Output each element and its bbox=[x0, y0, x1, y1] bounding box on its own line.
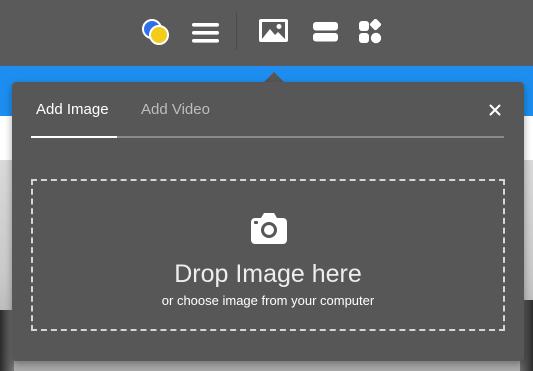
add-media-panel: Add Image Add Video Drop Image here or c… bbox=[12, 82, 524, 361]
camera-icon bbox=[251, 213, 287, 244]
tab-add-image[interactable]: Add Image bbox=[36, 101, 109, 119]
close-icon bbox=[489, 104, 501, 116]
menu-icon bbox=[192, 23, 219, 43]
rows-layout-button[interactable] bbox=[311, 20, 341, 44]
dropzone-title: Drop Image here bbox=[174, 260, 362, 288]
theme-colors-icon bbox=[142, 19, 169, 45]
image-button[interactable] bbox=[257, 17, 291, 45]
active-tab-indicator bbox=[31, 136, 117, 138]
tab-add-video[interactable]: Add Video bbox=[141, 101, 210, 119]
image-dropzone[interactable]: Drop Image here or choose image from you… bbox=[31, 179, 505, 331]
dropzone-subtitle[interactable]: or choose image from your computer bbox=[33, 293, 503, 309]
top-toolbar bbox=[0, 0, 533, 66]
toolbar-divider bbox=[236, 12, 237, 50]
widgets-icon bbox=[359, 18, 382, 44]
panel-pointer bbox=[264, 72, 284, 82]
image-icon bbox=[259, 19, 288, 42]
widgets-button[interactable] bbox=[357, 18, 385, 45]
theme-colors-button[interactable] bbox=[140, 17, 172, 49]
menu-button[interactable] bbox=[190, 20, 222, 46]
rows-layout-icon bbox=[313, 22, 338, 42]
close-button[interactable] bbox=[486, 101, 504, 119]
